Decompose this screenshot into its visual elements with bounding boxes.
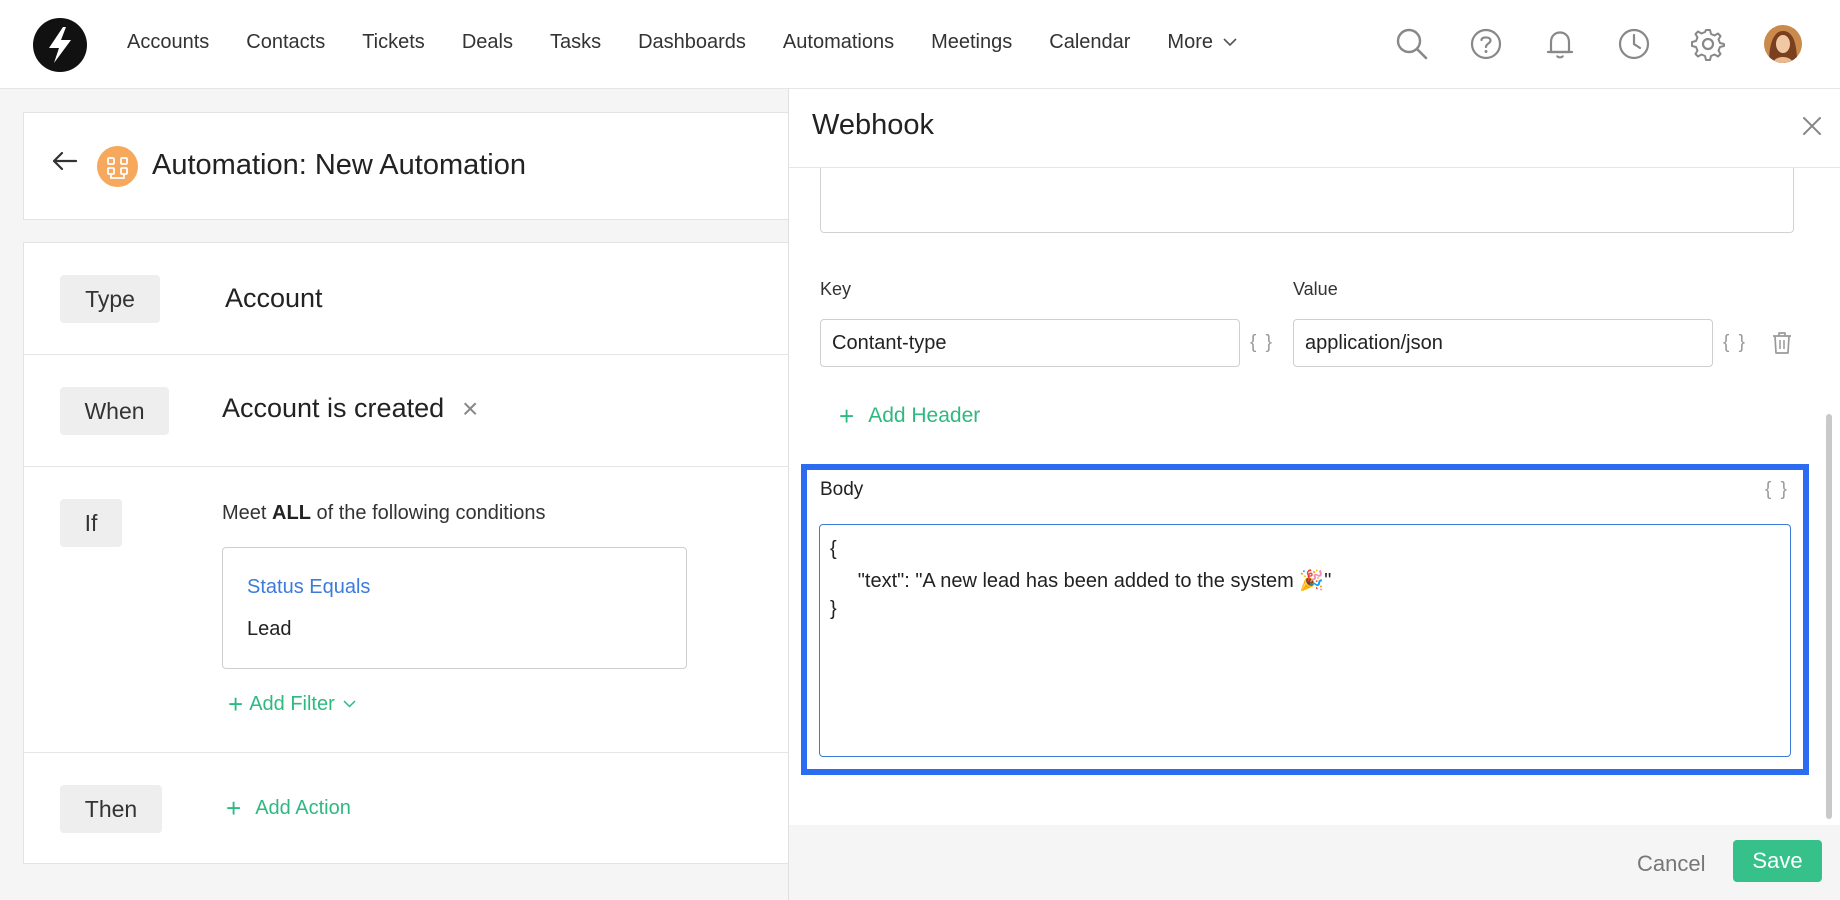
when-row: When Account is created ×	[24, 355, 791, 467]
nav-item-contacts[interactable]: Contacts	[246, 31, 325, 54]
body-section-highlight: Body { } { "text": "A new lead has been …	[801, 464, 1809, 775]
body-line: }	[830, 598, 837, 620]
header-key-input[interactable]: Contant-type	[820, 319, 1240, 367]
if-label: If	[60, 499, 122, 547]
remove-trigger-close-icon[interactable]: ×	[462, 393, 478, 425]
key-placeholder-braces-icon[interactable]: { }	[1250, 332, 1274, 354]
plus-icon: +	[226, 793, 242, 823]
webhook-panel-header: Webhook	[789, 89, 1840, 168]
automation-header-card: Automation: New Automation	[23, 112, 790, 220]
close-icon[interactable]	[1799, 113, 1825, 139]
add-filter-button[interactable]: + Add Filter	[228, 691, 356, 717]
clock-icon[interactable]	[1616, 26, 1652, 62]
nav-item-tasks[interactable]: Tasks	[550, 31, 601, 54]
nav-item-automations[interactable]: Automations	[783, 31, 894, 54]
condition-card[interactable]: Status Equals Lead	[222, 547, 687, 669]
nav-more-dropdown[interactable]: More	[1167, 31, 1237, 54]
meet-prefix: Meet	[222, 502, 273, 524]
add-action-button[interactable]: + Add Action	[226, 795, 351, 821]
nav-item-deals[interactable]: Deals	[462, 31, 513, 54]
plus-icon: +	[228, 689, 244, 719]
meet-suffix: of the following conditions	[310, 502, 546, 524]
gear-icon[interactable]	[1690, 26, 1726, 62]
chevron-down-icon	[1223, 38, 1237, 47]
webhook-panel: Webhook Key Value Contant-type { } appli…	[788, 89, 1840, 900]
nav-item-accounts[interactable]: Accounts	[127, 31, 209, 54]
nav-item-meetings[interactable]: Meetings	[931, 31, 1012, 54]
add-header-button[interactable]: + Add Header	[839, 403, 980, 429]
help-icon[interactable]	[1468, 26, 1504, 62]
add-action-label: Add Action	[255, 796, 351, 819]
value-placeholder-braces-icon[interactable]: { }	[1723, 332, 1747, 354]
nav-item-tickets[interactable]: Tickets	[362, 31, 425, 54]
body-line: {	[830, 538, 837, 560]
nav-item-dashboards[interactable]: Dashboards	[638, 31, 746, 54]
chevron-down-icon	[343, 700, 356, 708]
when-label: When	[60, 387, 169, 435]
bell-icon[interactable]	[1542, 26, 1578, 62]
condition-value: Lead	[247, 618, 292, 640]
automation-form: Type Account When Account is created × I…	[23, 242, 791, 865]
back-arrow-icon[interactable]	[52, 151, 78, 171]
webhook-title: Webhook	[812, 109, 934, 141]
then-label: Then	[60, 785, 162, 833]
body-line: "text": "A new lead has been added to th…	[830, 570, 1332, 592]
nav-more-label: More	[1167, 31, 1213, 53]
automation-icon	[97, 146, 138, 187]
plus-icon: +	[839, 401, 855, 431]
trash-icon[interactable]	[1771, 331, 1793, 355]
page-title: Automation: New Automation	[152, 149, 526, 181]
main-nav: Accounts Contacts Tickets Deals Tasks Da…	[127, 31, 1274, 54]
cancel-button[interactable]: Cancel	[1637, 851, 1705, 877]
url-textarea[interactable]	[820, 168, 1794, 233]
app-logo[interactable]	[33, 18, 87, 72]
panel-scrollbar[interactable]	[1826, 414, 1832, 819]
key-column-label: Key	[820, 279, 852, 299]
body-label: Body	[820, 479, 864, 500]
type-value: Account	[225, 283, 323, 313]
search-icon[interactable]	[1394, 26, 1430, 62]
then-row: Then + Add Action	[24, 753, 791, 865]
type-row: Type Account	[24, 243, 791, 355]
body-placeholder-braces-icon[interactable]: { }	[1765, 479, 1789, 501]
value-column-label: Value	[1293, 279, 1338, 299]
header-value-input[interactable]: application/json	[1293, 319, 1713, 367]
avatar[interactable]	[1764, 25, 1802, 63]
panel-footer: Cancel Save	[789, 825, 1840, 900]
save-button[interactable]: Save	[1733, 840, 1822, 882]
when-value[interactable]: Account is created	[222, 393, 444, 424]
meet-all-toggle[interactable]: ALL	[272, 502, 311, 524]
nav-item-calendar[interactable]: Calendar	[1049, 31, 1130, 54]
top-navigation-bar: Accounts Contacts Tickets Deals Tasks Da…	[0, 0, 1840, 89]
condition-label[interactable]: Status Equals	[247, 576, 370, 599]
type-label: Type	[60, 275, 160, 323]
if-row: If Meet ALL of the following conditions …	[24, 467, 791, 753]
add-header-label: Add Header	[868, 404, 981, 427]
conditions-mode-text: Meet ALL of the following conditions	[222, 502, 546, 525]
body-textarea[interactable]: { "text": "A new lead has been added to …	[819, 524, 1791, 757]
add-filter-label: Add Filter	[249, 692, 335, 715]
